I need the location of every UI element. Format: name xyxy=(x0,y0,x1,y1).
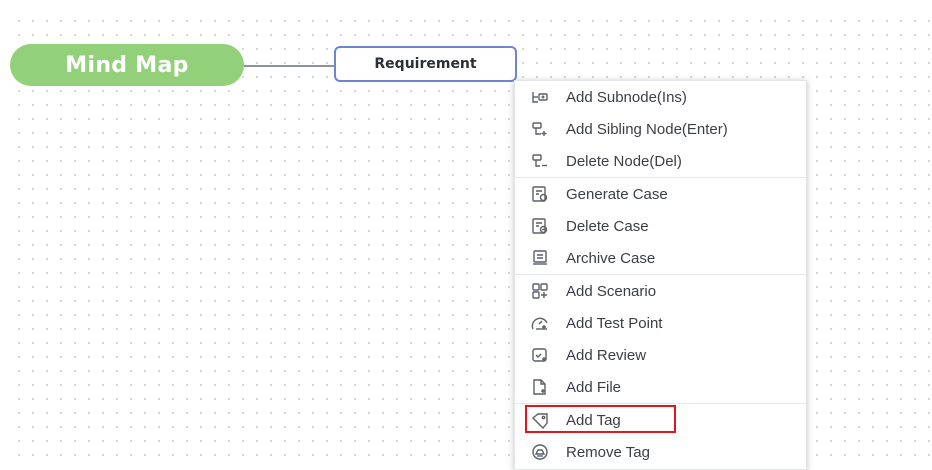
menu-item-add-subnode[interactable]: Add Subnode(Ins) xyxy=(515,81,806,113)
menu-item-add-tag[interactable]: Add Tag xyxy=(515,404,806,436)
menu-item-add-scenario[interactable]: Add Scenario xyxy=(515,275,806,307)
menu-group-tag: Add Tag Remove Tag xyxy=(515,403,806,468)
menu-group-add: Add Scenario Add Test Point Add Review A… xyxy=(515,274,806,403)
menu-item-label: Delete Case xyxy=(566,217,649,235)
add-subnode-icon xyxy=(531,88,549,106)
menu-item-label: Delete Node(Del) xyxy=(566,152,682,170)
delete-node-icon xyxy=(531,152,549,170)
remove-tag-icon xyxy=(531,443,549,461)
add-test-point-icon xyxy=(531,314,549,332)
menu-item-label: Remove Tag xyxy=(566,443,650,461)
requirement-node[interactable]: Requirement xyxy=(334,46,517,82)
menu-item-archive-case[interactable]: Archive Case xyxy=(515,242,806,274)
menu-item-label: Add Review xyxy=(566,346,647,364)
add-scenario-icon xyxy=(531,282,549,300)
menu-item-add-review[interactable]: Add Review xyxy=(515,339,806,371)
menu-item-label: Add Sibling Node(Enter) xyxy=(566,120,728,138)
root-node-label: Mind Map xyxy=(65,52,189,78)
menu-item-add-file[interactable]: Add File xyxy=(515,371,806,403)
add-file-icon xyxy=(531,378,549,396)
menu-item-label: Add Test Point xyxy=(566,314,663,332)
menu-item-label: Add Tag xyxy=(566,411,621,429)
menu-group-node: Add Subnode(Ins) Add Sibling Node(Enter)… xyxy=(515,81,806,177)
requirement-node-label: Requirement xyxy=(374,56,477,72)
menu-item-delete-case[interactable]: Delete Case xyxy=(515,210,806,242)
menu-item-label: Add File xyxy=(566,378,622,396)
menu-item-label: Add Subnode(Ins) xyxy=(566,88,687,106)
menu-item-label: Generate Case xyxy=(566,185,668,203)
context-menu: Add Subnode(Ins) Add Sibling Node(Enter)… xyxy=(514,80,807,470)
add-review-icon xyxy=(531,346,549,364)
root-node[interactable]: Mind Map xyxy=(10,44,244,86)
menu-item-label: Archive Case xyxy=(566,249,656,267)
menu-item-add-test-point[interactable]: Add Test Point xyxy=(515,307,806,339)
menu-item-delete-node[interactable]: Delete Node(Del) xyxy=(515,145,806,177)
node-connector xyxy=(244,65,334,67)
menu-item-remove-tag[interactable]: Remove Tag xyxy=(515,436,806,468)
generate-case-icon xyxy=(531,185,549,203)
tag-icon xyxy=(531,411,549,429)
archive-case-icon xyxy=(531,249,549,267)
add-sibling-icon xyxy=(531,120,549,138)
menu-group-case: Generate Case Delete Case Archive Case xyxy=(515,177,806,274)
delete-case-icon xyxy=(531,217,549,235)
menu-item-add-sibling[interactable]: Add Sibling Node(Enter) xyxy=(515,113,806,145)
menu-item-generate-case[interactable]: Generate Case xyxy=(515,178,806,210)
menu-item-label: Add Scenario xyxy=(566,282,657,300)
